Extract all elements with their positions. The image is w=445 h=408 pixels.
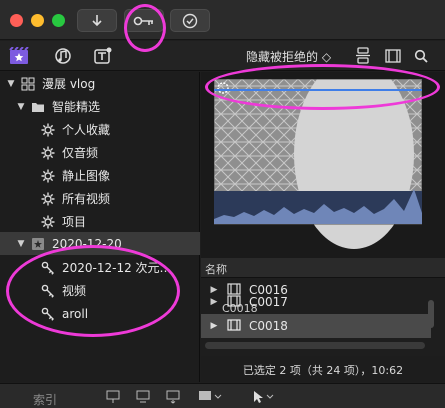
sidebar-item-favorites[interactable]: 个人收藏 [0, 118, 200, 141]
close-window-button[interactable] [10, 14, 23, 27]
disclosure-triangle[interactable]: ▼ [16, 102, 26, 112]
clip-appearance-icon[interactable] [352, 46, 374, 66]
sidebar-item-smart-collections[interactable]: ▼ 智能精选 [0, 95, 200, 118]
sidebar-item-label: aroll [62, 306, 89, 321]
clip-name: C0017 [249, 295, 288, 309]
sidebar-item-label: 2020-12-20 [52, 236, 122, 251]
gear-icon [40, 123, 56, 137]
browser-filmstrip: C0018 [201, 59, 445, 315]
gear-icon [40, 169, 56, 183]
sidebar-item-keyword-video[interactable]: 视频 [0, 279, 200, 302]
disclosure-triangle[interactable]: ▶ [201, 321, 227, 331]
sidebar-item-label: 项目 [62, 215, 87, 229]
sidebar-item-label: 静止图像 [62, 169, 111, 183]
append-clip-icon[interactable] [166, 389, 180, 408]
key-icon [133, 15, 155, 27]
library-grid-icon [20, 77, 36, 91]
table-row[interactable]: ▶ C0018 [201, 314, 431, 338]
library-toolbar: 隐藏被拒绝的 ◇ [0, 41, 445, 71]
clip-name: C0018 [249, 319, 288, 333]
select-tool-icon[interactable] [252, 389, 276, 408]
sidebar-item-audio-only[interactable]: 仅音频 [0, 141, 200, 164]
sidebar-item-keyword-aroll[interactable]: aroll [0, 302, 200, 325]
sidebar-item-label: 所有视频 [62, 192, 111, 206]
gear-icon [40, 215, 56, 229]
gear-icon [40, 146, 56, 160]
sidebar-item-keyword-2020-12-12[interactable]: 2020-12-12 次元… [0, 256, 200, 279]
vertical-scrollbar[interactable] [428, 300, 434, 328]
titles-generators-icon[interactable] [92, 46, 114, 66]
sidebar-item-label: 智能精选 [52, 100, 101, 114]
folder-icon [30, 100, 46, 114]
list-column-header[interactable]: 名称 [201, 258, 445, 278]
keyword-icon [40, 284, 56, 298]
name-column-label: 名称 [205, 263, 227, 276]
disclosure-triangle[interactable]: ▼ [16, 239, 26, 249]
filmstrip-icon [227, 294, 241, 310]
connect-clip-icon[interactable] [106, 389, 120, 408]
libraries-sidebar: ▼ 漫展 vlog ▼ 智能精选 个人收藏 仅音频 静止图像 所有视频 项目 ▼… [0, 72, 200, 382]
photos-library-icon[interactable] [8, 46, 30, 66]
filmstrip-icon[interactable] [382, 46, 404, 66]
horizontal-scrollbar[interactable] [205, 342, 425, 349]
zoom-window-button[interactable] [52, 14, 65, 27]
sidebar-item-all-video[interactable]: 所有视频 [0, 187, 200, 210]
clip-filter-popup[interactable]: 隐藏被拒绝的 ◇ [246, 48, 331, 65]
sidebar-item-event[interactable]: ▼ 2020-12-20 [0, 232, 200, 255]
bottom-toolbar: 索引 [0, 383, 445, 408]
sidebar-item-label: 个人收藏 [62, 123, 111, 137]
gear-icon [40, 192, 56, 206]
sidebar-item-library[interactable]: ▼ 漫展 vlog [0, 72, 200, 95]
background-tasks-button[interactable] [170, 9, 210, 32]
filmstrip-icon [227, 318, 241, 334]
download-icon [90, 14, 104, 28]
sidebar-item-projects[interactable]: 项目 [0, 210, 200, 233]
keyword-icon [40, 307, 56, 321]
import-button[interactable] [77, 9, 117, 32]
event-star-icon [30, 237, 46, 251]
title-bar [0, 0, 445, 40]
music-library-icon[interactable] [52, 46, 74, 66]
insert-clip-icon[interactable] [136, 389, 150, 408]
sidebar-item-stills[interactable]: 静止图像 [0, 164, 200, 187]
table-row[interactable]: ▶ C0017 [201, 290, 431, 314]
overwrite-clip-icon[interactable] [198, 389, 222, 408]
keyword-icon [40, 261, 56, 275]
index-button[interactable]: 索引 [0, 384, 90, 408]
disclosure-triangle[interactable]: ▼ [6, 79, 16, 89]
sidebar-item-label: 视频 [62, 284, 87, 298]
selection-status: 已选定 2 项（共 24 项），10:62 [201, 356, 445, 382]
search-icon[interactable] [410, 46, 432, 66]
sidebar-item-label: 仅音频 [62, 146, 99, 160]
minimize-window-button[interactable] [31, 14, 44, 27]
checkmark-icon [182, 13, 198, 29]
sidebar-item-label: 漫展 vlog [42, 77, 96, 91]
disclosure-triangle[interactable]: ▶ [201, 297, 227, 307]
keyword-editor-button[interactable] [124, 9, 164, 32]
sidebar-item-label: 2020-12-12 次元… [62, 261, 172, 275]
